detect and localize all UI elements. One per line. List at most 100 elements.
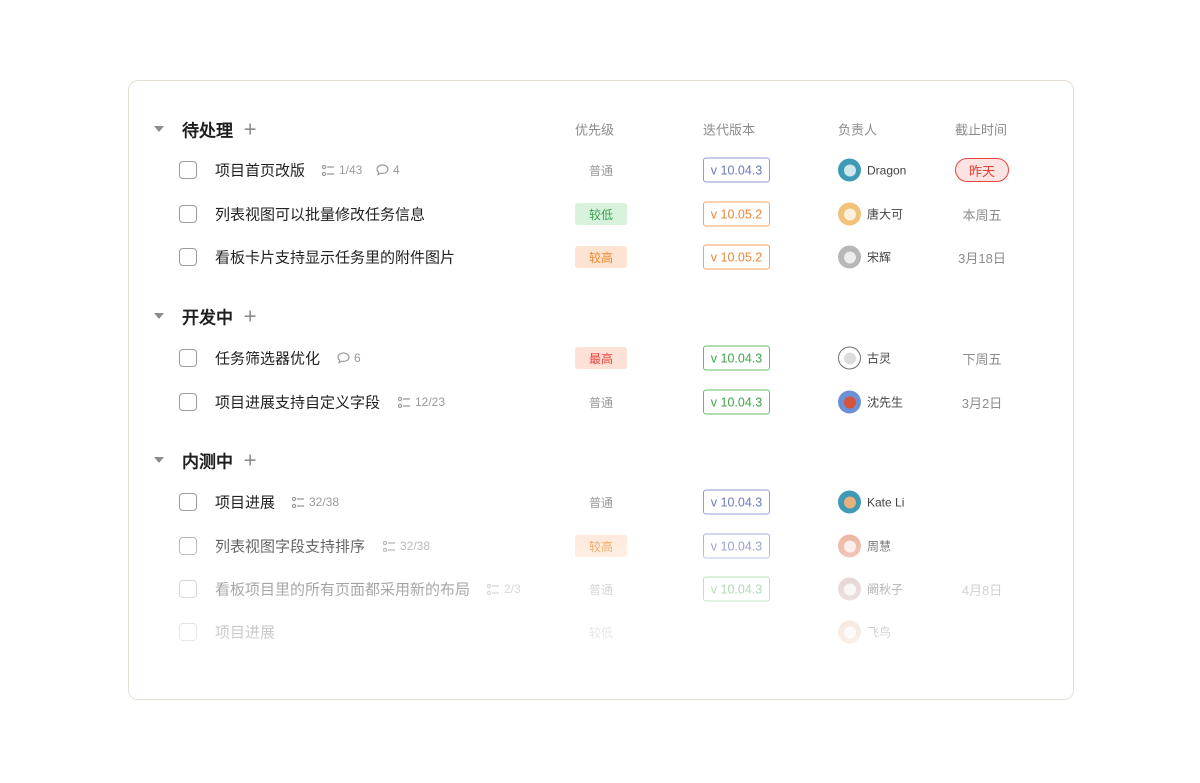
group-title-text: 开发中: [182, 308, 233, 328]
subtask-count-text: 1/43: [339, 163, 363, 177]
table-row[interactable]: 看板卡片支持显示任务里的附件图片 较高 v 10.05.2 宋辉 3月18日: [129, 237, 1073, 277]
comment-icon: [337, 352, 350, 364]
add-task-button[interactable]: +: [244, 448, 257, 473]
assignee[interactable]: Dragon: [838, 158, 907, 182]
group-title-text: 待处理: [182, 121, 233, 141]
task-checkbox[interactable]: [179, 537, 197, 555]
comment-count: 6: [337, 351, 361, 365]
group-header-pending: 待处理 + 优先级 迭代版本 负责人 截止时间: [129, 109, 1073, 149]
avatar: [838, 534, 861, 558]
priority-badge[interactable]: 普通: [575, 391, 627, 413]
task-title[interactable]: 项目进展: [215, 622, 275, 643]
group-title: 内测中 +: [182, 448, 257, 473]
subtask-count: 32/38: [292, 495, 339, 509]
assignee[interactable]: 周慧: [838, 534, 891, 558]
subtask-count: 32/38: [383, 539, 430, 553]
task-title[interactable]: 列表视图可以批量修改任务信息: [215, 204, 425, 225]
assignee[interactable]: 飞鸟: [838, 620, 892, 644]
group-header-developing: 开发中 +: [129, 296, 1073, 336]
assignee[interactable]: 古灵: [838, 346, 891, 370]
task-checkbox[interactable]: [179, 161, 197, 179]
column-header-assignee[interactable]: 负责人: [838, 120, 877, 139]
caret-down-icon[interactable]: [153, 310, 165, 322]
priority-badge[interactable]: 较高: [575, 535, 627, 557]
deadline-badge[interactable]: 4月8日: [955, 577, 1009, 601]
table-row[interactable]: 任务筛选器优化 6 最高 v 10.04.3 古灵 下周五: [129, 338, 1073, 378]
column-header-deadline[interactable]: 截止时间: [955, 120, 1007, 139]
version-badge[interactable]: v 10.05.2: [703, 201, 770, 227]
group-header-beta: 内测中 +: [129, 440, 1073, 480]
column-header-priority[interactable]: 优先级: [575, 120, 614, 139]
subtask-count: 2/3: [487, 582, 521, 596]
task-title[interactable]: 任务筛选器优化: [215, 348, 320, 369]
avatar: [838, 245, 861, 269]
priority-badge[interactable]: 最高: [575, 347, 627, 369]
assignee[interactable]: 沈先生: [838, 390, 904, 414]
comment-icon: [376, 164, 389, 176]
comment-count: 4: [376, 163, 400, 177]
task-checkbox[interactable]: [179, 248, 197, 266]
version-badge[interactable]: v 10.05.2: [703, 244, 770, 270]
priority-badge[interactable]: 较低: [575, 203, 627, 225]
deadline-badge[interactable]: 下周五: [955, 346, 1009, 370]
subtask-icon: [398, 396, 410, 408]
deadline-badge[interactable]: 本周五: [955, 202, 1009, 226]
task-checkbox[interactable]: [179, 623, 197, 641]
assignee-name: 沈先生: [867, 395, 904, 410]
assignee[interactable]: Kate Li: [838, 490, 905, 514]
table-row[interactable]: 项目进展支持自定义字段 12/23 普通 v 10.04.3 沈先生 3月2日: [129, 382, 1073, 422]
version-badge[interactable]: v 10.04.3: [703, 576, 770, 602]
task-title[interactable]: 看板卡片支持显示任务里的附件图片: [215, 247, 455, 268]
column-header-version[interactable]: 迭代版本: [703, 120, 755, 139]
task-checkbox[interactable]: [179, 580, 197, 598]
caret-down-icon[interactable]: [153, 123, 165, 135]
task-title[interactable]: 项目首页改版: [215, 160, 305, 181]
version-badge[interactable]: v 10.04.3: [703, 157, 770, 183]
assignee-name: Dragon: [867, 163, 907, 177]
subtask-icon: [487, 583, 499, 595]
task-checkbox[interactable]: [179, 205, 197, 223]
table-row[interactable]: 列表视图可以批量修改任务信息 较低 v 10.05.2 唐大可 本周五: [129, 194, 1073, 234]
subtask-count-text: 2/3: [504, 582, 521, 596]
assignee-name: Kate Li: [867, 495, 905, 509]
add-task-button[interactable]: +: [244, 304, 257, 329]
priority-badge[interactable]: 普通: [575, 159, 627, 181]
assignee-name: 唐大可: [867, 207, 904, 222]
subtask-count: 12/23: [398, 395, 445, 409]
version-badge[interactable]: v 10.04.3: [703, 345, 770, 371]
version-badge[interactable]: v 10.04.3: [703, 389, 770, 415]
comment-count-text: 6: [354, 351, 361, 365]
table-row[interactable]: 项目进展 较低 飞鸟: [129, 612, 1073, 652]
assignee-name: 飞鸟: [867, 625, 892, 640]
assignee[interactable]: 阚秋子: [838, 577, 904, 601]
deadline-badge[interactable]: 3月2日: [955, 390, 1009, 414]
priority-badge[interactable]: 普通: [575, 578, 627, 600]
assignee[interactable]: 唐大可: [838, 202, 904, 226]
deadline-badge[interactable]: 3月18日: [955, 245, 1009, 269]
task-title[interactable]: 项目进展支持自定义字段: [215, 392, 380, 413]
priority-badge[interactable]: 较高: [575, 246, 627, 268]
task-checkbox[interactable]: [179, 393, 197, 411]
comment-count-text: 4: [393, 163, 400, 177]
task-title[interactable]: 项目进展: [215, 492, 275, 513]
table-row[interactable]: 项目进展 32/38 普通 v 10.04.3 Kate Li: [129, 482, 1073, 522]
avatar: [838, 620, 861, 644]
avatar: [838, 158, 861, 182]
assignee-name: 阚秋子: [867, 582, 904, 597]
task-checkbox[interactable]: [179, 493, 197, 511]
priority-badge[interactable]: 普通: [575, 491, 627, 513]
table-row[interactable]: 项目首页改版 1/43 4 普通 v 10.04.3 Dragon 昨天: [129, 150, 1073, 190]
deadline-badge[interactable]: 昨天: [955, 158, 1009, 182]
version-badge[interactable]: v 10.04.3: [703, 489, 770, 515]
task-title[interactable]: 列表视图字段支持排序: [215, 536, 365, 557]
task-checkbox[interactable]: [179, 349, 197, 367]
assignee[interactable]: 宋辉: [838, 245, 891, 269]
task-title[interactable]: 看板项目里的所有页面都采用新的布局: [215, 579, 470, 600]
priority-badge[interactable]: 较低: [575, 621, 627, 643]
table-row[interactable]: 列表视图字段支持排序 32/38 较高 v 10.04.3 周慧: [129, 526, 1073, 566]
add-task-button[interactable]: +: [244, 117, 257, 142]
table-row[interactable]: 看板项目里的所有页面都采用新的布局 2/3 普通 v 10.04.3 阚秋子 4…: [129, 569, 1073, 609]
subtask-count-text: 12/23: [415, 395, 446, 409]
caret-down-icon[interactable]: [153, 454, 165, 466]
version-badge[interactable]: v 10.04.3: [703, 533, 770, 559]
